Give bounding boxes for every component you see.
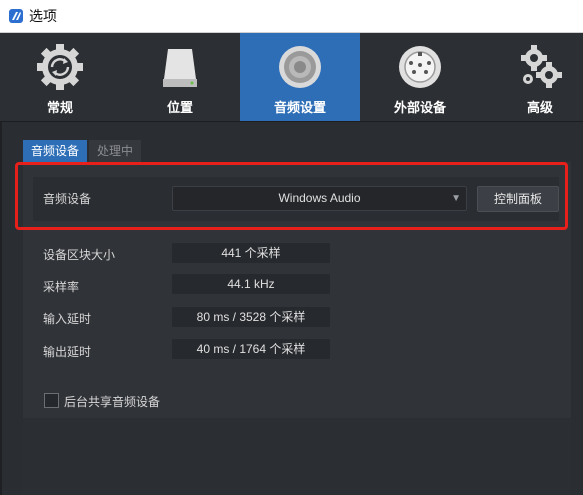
tab-processing[interactable]: 处理中 [89, 140, 142, 162]
settings-toolbar: 常规 位置 音频设置 外部设备 高级 [0, 33, 583, 122]
refresh-gear-icon [0, 41, 120, 93]
app-logo-icon [9, 9, 23, 23]
tab-audio-device[interactable]: 音频设备 [23, 140, 88, 162]
input-latency-label: 输入延时 [43, 312, 92, 326]
toolbar-item-label: 高级 [526, 101, 553, 116]
toolbar-item-advanced[interactable]: 高级 [480, 33, 583, 121]
bottom-area [23, 418, 571, 495]
toolbar-item-audio-settings[interactable]: 音频设置 [240, 33, 360, 121]
chevron-down-icon: ▼ [451, 193, 461, 204]
toolbar-item-label: 常规 [46, 101, 73, 116]
output-latency-value: 40 ms / 1764 个采样 [172, 339, 330, 359]
gears-icon [480, 41, 583, 93]
device-label: 音频设备 [43, 192, 92, 206]
left-divider [0, 122, 2, 495]
window-title: 选项 [29, 9, 57, 25]
output-latency-label: 输出延时 [43, 345, 92, 359]
toolbar-item-locations[interactable]: 位置 [120, 33, 240, 121]
sub-tabs: 音频设备 处理中 [23, 140, 143, 162]
control-panel-button[interactable]: 控制面板 [477, 186, 559, 212]
input-latency-value: 80 ms / 3528 个采样 [172, 307, 330, 327]
toolbar-item-label: 位置 [166, 101, 193, 116]
speaker-icon [240, 41, 360, 93]
hard-drive-icon [120, 41, 240, 93]
share-device-checkbox[interactable] [44, 393, 59, 408]
toolbar-item-label: 外部设备 [393, 101, 446, 116]
toolbar-item-general[interactable]: 常规 [0, 33, 120, 121]
title-bar: 选项 [0, 0, 583, 33]
audio-device-select-value: Windows Audio [278, 191, 361, 205]
block-size-value: 441 个采样 [172, 243, 330, 263]
sample-rate-label: 采样率 [43, 280, 80, 294]
audio-device-select[interactable]: Windows Audio ▼ [172, 186, 467, 211]
share-device-label: 后台共享音频设备 [64, 395, 161, 409]
block-size-label: 设备区块大小 [43, 248, 116, 262]
toolbar-item-label: 音频设置 [273, 101, 326, 116]
midi-port-icon [360, 41, 480, 93]
toolbar-item-external-devices[interactable]: 外部设备 [360, 33, 480, 121]
sample-rate-value: 44.1 kHz [172, 274, 330, 294]
